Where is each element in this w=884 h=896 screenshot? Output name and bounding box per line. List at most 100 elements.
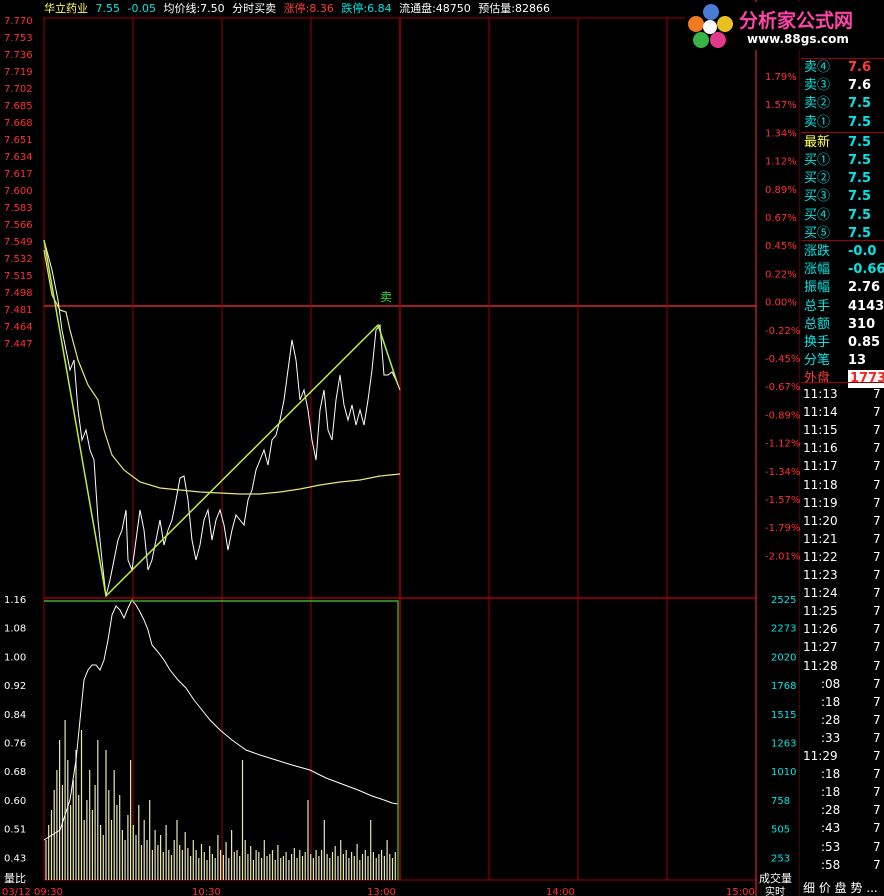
- tick-row[interactable]: 11:20 7: [801, 512, 884, 530]
- quote-row[interactable]: 涨跌 -0.0: [801, 243, 884, 261]
- tick-row[interactable]: 11:26 7: [801, 620, 884, 638]
- volume-ratio-line: [43, 599, 399, 841]
- tick-row[interactable]: 11:21 7: [801, 530, 884, 548]
- pct-tick-label: -2.01%: [765, 551, 800, 562]
- tick-time: 11:17: [803, 459, 838, 474]
- tick-row[interactable]: 11:13 7: [801, 385, 884, 403]
- tick-row[interactable]: 11:25 7: [801, 602, 884, 620]
- axis-labels: 7.770 7.753 7.736 7.719 7.702 7.685 7.668 7.651…: [4, 16, 800, 864]
- quote-row-label: 买①: [804, 153, 831, 168]
- quote-row[interactable]: 买③ 7.5: [801, 188, 884, 206]
- quote-row[interactable]: 买① 7.5: [801, 152, 884, 170]
- tick-row[interactable]: :33 7: [801, 729, 884, 747]
- volume-range-frame: [44, 600, 399, 880]
- volume-tick-label: 505: [771, 825, 790, 836]
- panel-tabs[interactable]: 细 价 盘 势 ...: [803, 880, 878, 896]
- tick-time: :28: [821, 712, 841, 727]
- tick-price: 7: [873, 821, 881, 836]
- tick-row[interactable]: :58 7: [801, 856, 884, 874]
- tick-time: 11:23: [803, 568, 838, 582]
- tick-time: 11:20: [803, 513, 838, 528]
- volume-ratio-tick-label: 0.76: [4, 739, 26, 750]
- quote-row[interactable]: 买② 7.5: [801, 170, 884, 188]
- quote-row-label: 总手: [804, 298, 831, 314]
- panel-tabs-label[interactable]: 细 价 盘 势 ...: [803, 881, 878, 895]
- quote-row-value: 0.85: [848, 335, 881, 350]
- tick-row[interactable]: :53 7: [801, 838, 884, 856]
- tick-row[interactable]: 11:15 7: [801, 421, 884, 439]
- quote-panel: 卖④ 7.6 卖③ 7.6 卖② 7.5 卖① 7.5 最新 7.5 买① 7.5 买② 7.5 买③ 7.5…: [801, 0, 884, 896]
- tick-row[interactable]: :18 7: [801, 693, 884, 711]
- quote-row[interactable]: 最新 7.5: [801, 134, 884, 152]
- volume-ratio-tick-label: 0.60: [4, 796, 26, 807]
- quote-row-label: 分笔: [804, 353, 831, 369]
- trend-line: [43, 239, 399, 598]
- volume-ratio-tick-label: 1.08: [4, 624, 26, 635]
- tick-row[interactable]: 11:29 7: [801, 747, 884, 765]
- quote-row[interactable]: 涨幅 -0.66: [801, 261, 884, 279]
- tick-row[interactable]: 11:28 7: [801, 657, 884, 675]
- tick-time: 11:28: [803, 658, 838, 673]
- price-tick-label: 7.549: [4, 237, 33, 248]
- price-tick-label: 7.566: [4, 220, 33, 231]
- chart-grid: [43, 0, 800, 896]
- volume-tick-label: 253: [771, 853, 790, 864]
- tick-row[interactable]: 11:24 7: [801, 584, 884, 602]
- quote-row-label: 换手: [804, 335, 831, 350]
- pct-tick-label: 1.57%: [765, 100, 797, 111]
- volume-ratio-caption: 量比: [4, 872, 26, 885]
- tick-row[interactable]: :18 7: [801, 765, 884, 783]
- tick-price: 7: [873, 785, 881, 800]
- tick-time: 11:18: [803, 477, 838, 492]
- quote-row-value: 7.5: [848, 207, 872, 223]
- tick-price: 7: [873, 604, 881, 619]
- tick-row[interactable]: :18 7: [801, 783, 884, 801]
- volume-tick-label: 2020: [771, 652, 796, 663]
- quote-row[interactable]: 买④ 7.5: [801, 207, 884, 225]
- volume-ratio-tick-label: 1.00: [4, 652, 26, 663]
- tick-row[interactable]: 11:23 7: [801, 566, 884, 584]
- volume-bars: [45, 720, 396, 880]
- tick-row[interactable]: :28 7: [801, 801, 884, 819]
- tick-time: 11:25: [803, 604, 838, 619]
- logo-url[interactable]: www.88gs.com: [747, 32, 849, 46]
- tick-price: 7: [873, 459, 881, 474]
- quote-row[interactable]: 卖② 7.5: [801, 95, 884, 113]
- tick-time: 11:16: [803, 441, 838, 456]
- tick-row[interactable]: :08 7: [801, 675, 884, 693]
- tick-row[interactable]: 11:18 7: [801, 476, 884, 494]
- volume-tick-label: 2273: [771, 624, 796, 635]
- quote-row[interactable]: 卖① 7.5: [801, 114, 884, 132]
- tick-row[interactable]: 11:14 7: [801, 403, 884, 421]
- quote-row[interactable]: 卖④ 7.6: [801, 59, 884, 77]
- tick-price: 7: [873, 767, 881, 782]
- tick-row[interactable]: 11:16 7: [801, 439, 884, 457]
- price-tick-label: 7.685: [4, 101, 33, 112]
- quote-row-label: 卖②: [804, 96, 831, 112]
- quote-row[interactable]: 振幅 2.76: [801, 279, 884, 297]
- tick-row[interactable]: :28 7: [801, 711, 884, 729]
- price-tick-label: 7.651: [4, 135, 33, 146]
- quote-row[interactable]: 总额 310: [801, 316, 884, 334]
- quote-row[interactable]: 总手 4143: [801, 298, 884, 316]
- pct-tick-label: 0.67%: [765, 213, 797, 224]
- quote-row-label: 卖①: [804, 114, 831, 130]
- tick-price: 7: [873, 495, 881, 510]
- quote-row[interactable]: 卖③ 7.6: [801, 77, 884, 95]
- quote-row[interactable]: 换手 0.85: [801, 334, 884, 352]
- tick-row[interactable]: 11:22 7: [801, 548, 884, 566]
- tick-row[interactable]: 11:17 7: [801, 457, 884, 475]
- quote-row-label: 卖④: [804, 60, 831, 75]
- tick-row[interactable]: 11:27 7: [801, 638, 884, 656]
- intraday-chart[interactable]: 7.770 7.753 7.736 7.719 7.702 7.685 7.668 7.651…: [0, 0, 800, 896]
- quote-row[interactable]: 分笔 13: [801, 352, 884, 370]
- tick-row[interactable]: 11:19 7: [801, 494, 884, 512]
- quote-row-label: 最新: [804, 134, 831, 150]
- volume-ratio-tick-label: 0.68: [4, 767, 26, 778]
- pct-tick-label: -1.79%: [765, 523, 800, 534]
- price-tick-label: 7.702: [4, 84, 33, 95]
- realtime-tab[interactable]: 实时: [765, 885, 785, 896]
- tick-row[interactable]: :43 7: [801, 819, 884, 837]
- price-tick-label: 7.753: [4, 33, 33, 44]
- quote-row-value: 7.5: [848, 153, 872, 168]
